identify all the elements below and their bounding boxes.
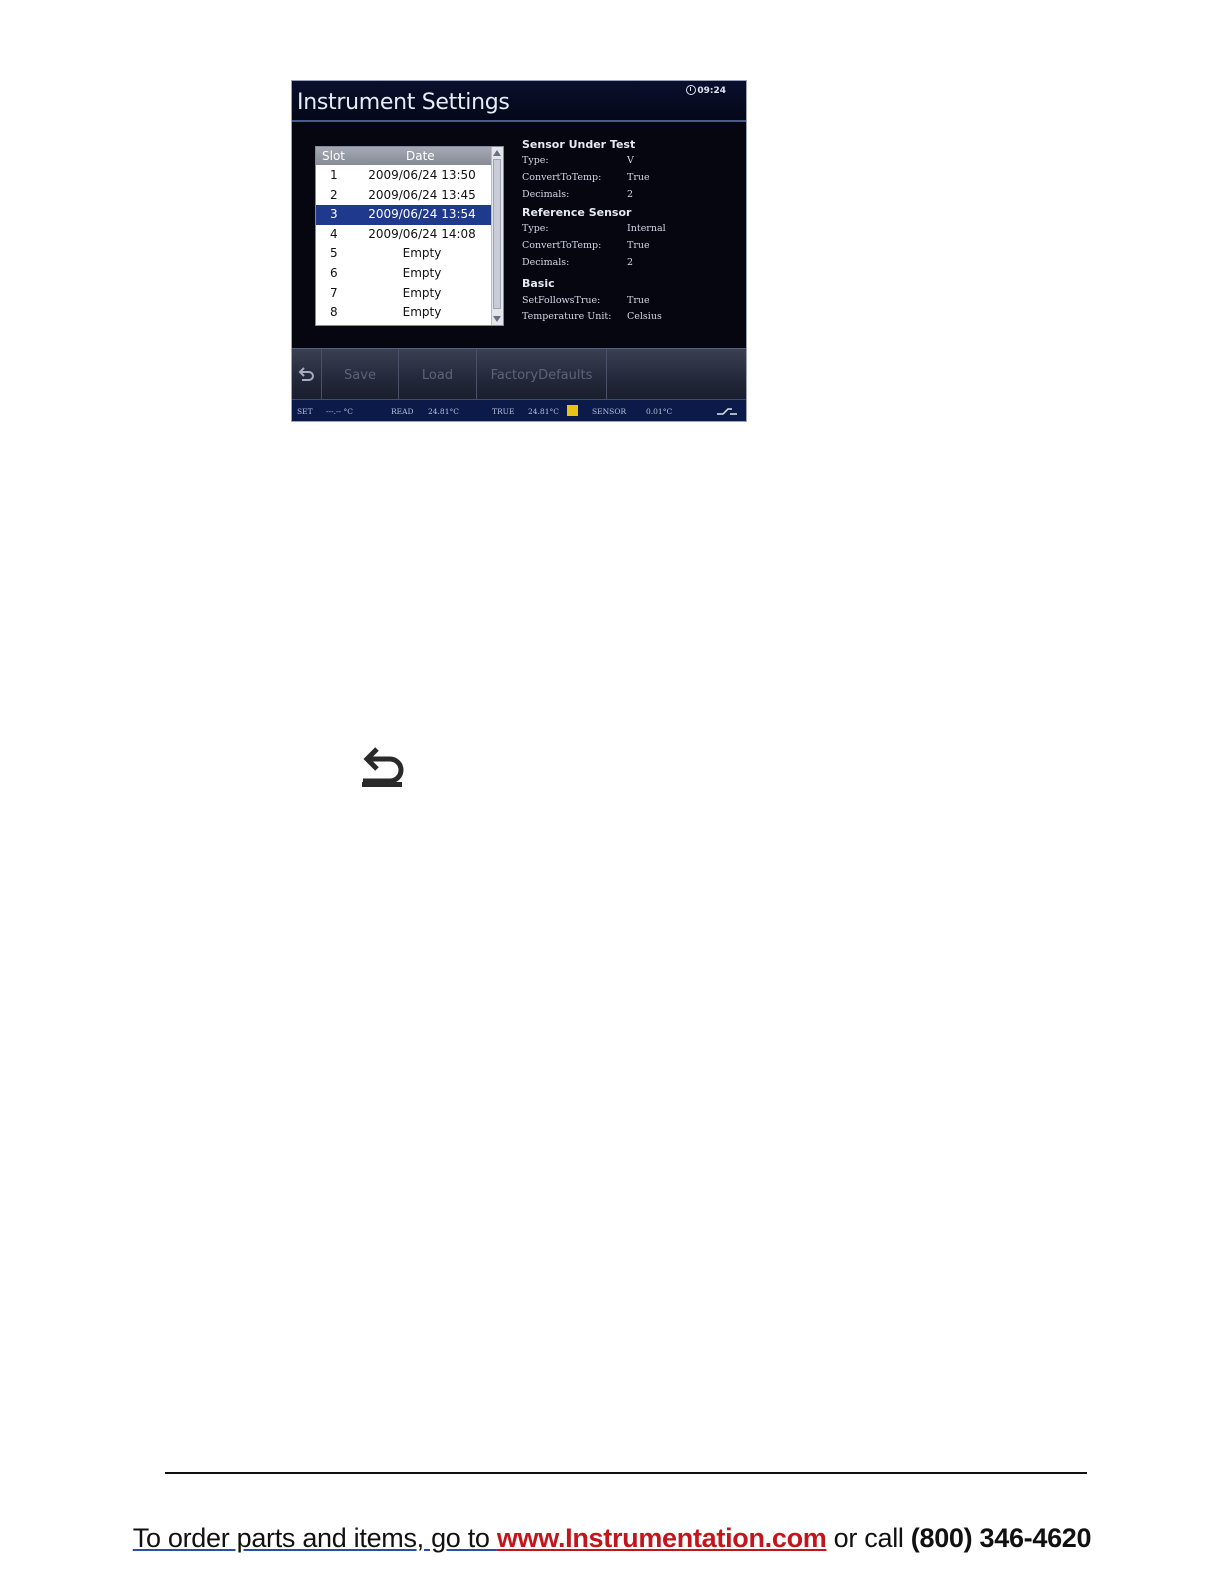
title-bar: Instrument Settings 09:24 <box>292 81 746 122</box>
footer-text-middle: or call <box>826 1523 911 1553</box>
load-button[interactable]: Load <box>399 349 477 399</box>
true-status-badge <box>567 405 578 416</box>
footer-rule <box>165 1472 1087 1474</box>
set-label: SET <box>297 407 313 416</box>
sut-decimals-label: Decimals: <box>522 189 570 200</box>
slot-date: Empty <box>402 285 442 300</box>
website-link[interactable]: www.Instrumentation.com <box>497 1523 827 1553</box>
ref-type-value: Internal <box>627 223 666 234</box>
slot-date: 2009/06/24 13:45 <box>368 187 476 202</box>
slot-number: 5 <box>330 246 338 261</box>
slot-row-selected[interactable]: 3 2009/06/24 13:54 <box>316 205 492 225</box>
ref-decimals-label: Decimals: <box>522 257 570 268</box>
slot-row[interactable]: 6 Empty <box>316 264 492 284</box>
slot-date: Empty <box>402 246 442 261</box>
true-label: TRUE <box>492 407 515 416</box>
connection-icon <box>717 408 737 415</box>
slot-number: 2 <box>330 187 338 202</box>
slot-row[interactable]: 4 2009/06/24 14:08 <box>316 225 492 245</box>
slot-row[interactable]: 1 2009/06/24 13:50 <box>316 166 492 186</box>
back-arrow-icon <box>362 747 404 787</box>
ref-convert-value: True <box>627 240 650 251</box>
set-value: ---.-- °C <box>326 407 353 416</box>
slot-row[interactable]: 8 Empty <box>316 303 492 323</box>
read-label: READ <box>391 407 414 416</box>
slot-number: 7 <box>330 285 338 300</box>
clock-time: 09:24 <box>697 86 726 96</box>
clock-icon <box>686 85 697 95</box>
slot-list-header: Slot Date <box>316 147 492 165</box>
slot-row[interactable]: 2 2009/06/24 13:45 <box>316 186 492 206</box>
basic-heading: Basic <box>522 277 555 290</box>
sut-type-value: V <box>627 155 634 166</box>
setfollows-value: True <box>627 295 650 306</box>
sensor-label: SENSOR <box>592 407 627 416</box>
reference-sensor-heading: Reference Sensor <box>522 206 632 219</box>
phone-number: (800) 346-4620 <box>910 1523 1092 1553</box>
slot-date: Empty <box>402 266 442 280</box>
true-value: 24.81°C <box>528 407 559 416</box>
slot-date: 2009/06/24 13:50 <box>368 168 476 182</box>
scroll-down-arrow-icon[interactable] <box>493 316 501 322</box>
setfollows-label: SetFollowsTrue: <box>522 295 601 306</box>
slot-number: 8 <box>330 305 338 320</box>
screen-title: Instrument Settings <box>297 90 510 115</box>
read-value: 24.81°C <box>428 407 459 416</box>
sensor-under-test-heading: Sensor Under Test <box>522 138 636 151</box>
sut-decimals-value: 2 <box>627 189 634 200</box>
scroll-thumb[interactable] <box>493 159 501 309</box>
sut-type-label: Type: <box>522 155 549 166</box>
back-button[interactable] <box>292 349 322 399</box>
sensor-value: 0.01°C <box>646 407 673 416</box>
back-arrow-icon <box>298 367 314 381</box>
footer-text: To order parts and items, go to <box>132 1523 497 1553</box>
ref-decimals-value: 2 <box>627 257 634 268</box>
slot-number: 6 <box>330 266 338 280</box>
slot-row[interactable]: 5 Empty <box>316 244 492 264</box>
scroll-up-arrow-icon[interactable] <box>493 150 501 156</box>
slot-number: 1 <box>330 168 338 182</box>
temperature-unit-label: Temperature Unit: <box>522 311 612 322</box>
slot-row[interactable]: 7 Empty <box>316 284 492 304</box>
slot-list[interactable]: Slot Date 1 2009/06/24 13:50 2 2009/06/2… <box>315 146 504 326</box>
date-column-header: Date <box>406 149 435 163</box>
slot-list-scrollbar[interactable] <box>491 147 503 325</box>
slot-column-header: Slot <box>322 149 345 163</box>
ref-type-label: Type: <box>522 223 549 234</box>
ref-convert-label: ConvertToTemp: <box>522 240 602 251</box>
factory-defaults-button[interactable]: FactoryDefaults <box>477 349 607 399</box>
footer: To order parts and items, go to www.Inst… <box>0 1523 1224 1554</box>
bottom-toolbar: Save Load FactoryDefaults <box>292 348 746 399</box>
slot-date: Empty <box>402 305 442 320</box>
slot-date: 2009/06/24 14:08 <box>368 226 476 241</box>
save-button[interactable]: Save <box>322 349 399 399</box>
sut-convert-label: ConvertToTemp: <box>522 172 602 183</box>
slot-date: 2009/06/24 13:54 <box>368 207 476 222</box>
slot-number: 4 <box>330 226 338 241</box>
instrument-settings-screenshot: Instrument Settings 09:24 Slot Date 1 20… <box>291 80 747 422</box>
status-bar: SET ---.-- °C READ 24.81°C TRUE 24.81°C … <box>292 399 746 421</box>
clock: 09:24 <box>686 85 726 96</box>
slot-number: 3 <box>330 207 338 222</box>
temperature-unit-value: Celsius <box>627 311 662 322</box>
sut-convert-value: True <box>627 172 650 183</box>
